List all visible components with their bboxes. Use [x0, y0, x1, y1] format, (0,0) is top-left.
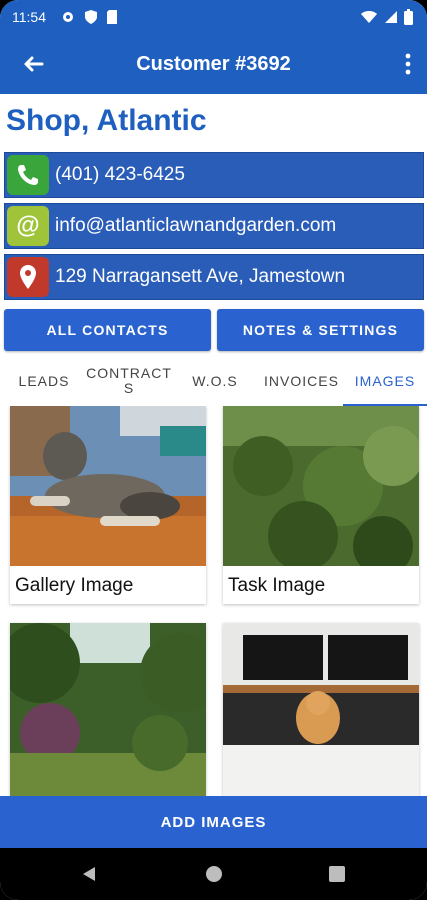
tab-images[interactable]: IMAGES	[343, 356, 427, 406]
image-caption: Task Image	[228, 575, 326, 596]
nav-back-icon[interactable]	[80, 865, 98, 883]
tab-bar: LEADS CONTRACT S W.O.S INVOICES IMAGES	[0, 356, 427, 406]
email-at-icon: @	[7, 206, 49, 246]
yard-photo	[10, 623, 206, 796]
settings-icon	[63, 12, 73, 22]
status-bar: 11:54	[0, 0, 427, 36]
garden-photo	[223, 406, 419, 566]
page-title: Customer #3692	[136, 53, 291, 75]
cat-photo	[10, 406, 206, 566]
add-images-button[interactable]: ADD IMAGES	[0, 796, 427, 848]
phone-number: (401) 423-6425	[55, 164, 185, 185]
map-pin-icon	[7, 257, 49, 297]
tab-wos[interactable]: W.O.S	[170, 356, 260, 406]
sd-card-icon	[107, 10, 117, 24]
signal-icon	[385, 11, 397, 23]
address: 129 Narragansett Ave, Jamestown	[55, 266, 346, 287]
nav-home-icon[interactable]	[205, 865, 223, 883]
shield-icon	[85, 10, 97, 24]
more-options-icon[interactable]	[403, 52, 413, 78]
email-address: info@atlanticlawnandgarden.com	[55, 215, 337, 236]
image-caption: Gallery Image	[15, 575, 134, 596]
status-icons-right	[360, 9, 413, 25]
status-icons-left	[60, 9, 118, 25]
desk-cat-photo	[223, 623, 419, 796]
notes-settings-button[interactable]: NOTES & SETTINGS	[217, 309, 424, 351]
image-card[interactable]: Task Image	[223, 406, 419, 604]
tab-invoices[interactable]: INVOICES	[260, 356, 343, 406]
all-contacts-button[interactable]: ALL CONTACTS	[4, 309, 211, 351]
phone-icon	[7, 155, 49, 195]
app-bar: Customer #3692	[0, 36, 427, 94]
image-card[interactable]	[223, 623, 419, 796]
image-card[interactable]: Gallery Image	[10, 406, 206, 604]
customer-name: Shop, Atlantic	[6, 104, 207, 137]
email-row[interactable]: @ info@atlanticlawnandgarden.com	[4, 203, 424, 249]
wifi-icon	[361, 11, 377, 23]
tab-contracts[interactable]: CONTRACT S	[86, 356, 171, 406]
image-grid: Gallery Image Task Image	[0, 406, 427, 796]
image-card[interactable]	[10, 623, 206, 796]
battery-icon	[404, 9, 413, 25]
nav-recents-icon[interactable]	[328, 865, 346, 883]
status-time: 11:54	[12, 9, 46, 25]
system-nav-bar	[0, 848, 427, 900]
tab-leads[interactable]: LEADS	[0, 356, 88, 406]
phone-row[interactable]: (401) 423-6425	[4, 152, 424, 198]
address-row[interactable]: 129 Narragansett Ave, Jamestown	[4, 254, 424, 300]
app-screen: 11:54 Customer #3692 Shop, Atlantic (401…	[0, 0, 427, 900]
action-buttons: ALL CONTACTS NOTES & SETTINGS	[4, 309, 424, 351]
